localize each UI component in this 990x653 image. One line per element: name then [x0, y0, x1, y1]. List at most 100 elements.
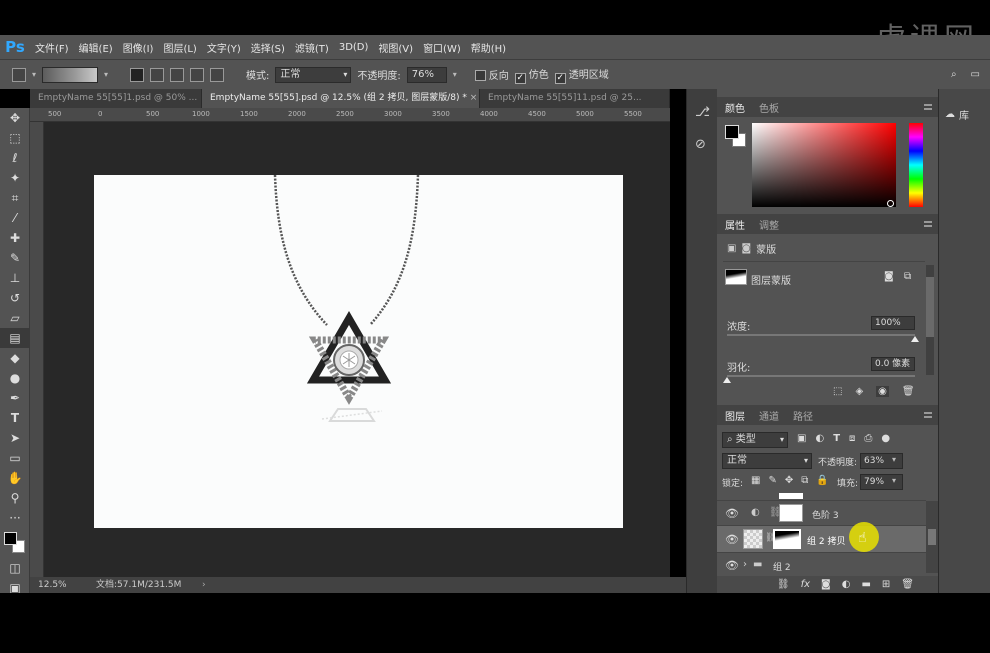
chevron-down-icon[interactable]: ▾	[32, 70, 36, 79]
layer-name[interactable]: 组 2 拷贝	[807, 534, 845, 547]
color-picker-handle[interactable]	[887, 200, 894, 207]
type-filter-icon[interactable]: T	[833, 433, 840, 444]
adjustment-filter-icon[interactable]: ◐	[815, 433, 824, 444]
more-tools-icon[interactable]: ···	[0, 508, 30, 528]
fx-icon[interactable]: fx	[801, 579, 810, 590]
layer-filter-select[interactable]: ⌕ 类型 ▾	[722, 432, 788, 448]
libraries-button[interactable]: ☁ 库	[945, 107, 969, 122]
move-tool-icon[interactable]: ✥	[0, 108, 30, 128]
layers-scrollbar[interactable]	[926, 501, 938, 573]
document-canvas[interactable]	[94, 174, 623, 528]
layer-opacity-input[interactable]: 63%	[860, 453, 903, 469]
panel-menu-icon[interactable]	[924, 412, 932, 418]
panel-menu-icon[interactable]	[924, 104, 932, 110]
visibility-icon[interactable]: 👁	[725, 559, 739, 572]
pen-tool-icon[interactable]: ✒	[0, 388, 30, 408]
feather-input[interactable]: 0.0 像素	[871, 357, 915, 371]
shape-filter-icon[interactable]: ⧈	[849, 433, 855, 444]
layer-mask-thumbnail[interactable]	[725, 269, 747, 285]
panel-menu-icon[interactable]	[924, 221, 932, 227]
dodge-tool-icon[interactable]: ●	[0, 368, 30, 388]
chevron-down-icon[interactable]: ▾	[453, 70, 457, 79]
lock-transparent-icon[interactable]: ▦	[751, 475, 760, 486]
menu-3d[interactable]: 3D(D)	[334, 42, 374, 53]
radial-gradient-icon[interactable]	[150, 67, 165, 82]
magic-wand-icon[interactable]: ✦	[0, 168, 30, 188]
visibility-icon[interactable]: 👁	[725, 533, 739, 546]
chevron-right-icon[interactable]: ›	[743, 559, 747, 570]
angle-gradient-icon[interactable]	[170, 67, 185, 82]
link-layers-icon[interactable]: ⛓	[777, 579, 790, 590]
crop-tool-icon[interactable]: ⌗	[0, 188, 30, 208]
lock-all-icon[interactable]: 🔒	[816, 475, 828, 486]
blur-tool-icon[interactable]: ◆	[0, 348, 30, 368]
hand-tool-icon[interactable]: ✋	[0, 468, 30, 488]
blend-mode-select[interactable]: 正常 ▾	[722, 453, 812, 469]
layer-mask-thumbnail[interactable]	[779, 504, 803, 522]
tab-doc-1[interactable]: EmptyName 55[55]1.psd @ 50% ...	[30, 89, 202, 108]
fill-input[interactable]: 79%	[860, 474, 903, 490]
vector-mask-icon[interactable]: ⧉	[904, 271, 911, 282]
layer-name[interactable]: 组 2	[773, 560, 791, 573]
lock-artboard-icon[interactable]: ⧉	[801, 475, 808, 486]
menu-window[interactable]: 窗口(W)	[418, 40, 466, 55]
layer-mask-thumbnail[interactable]	[773, 529, 801, 549]
opacity-input[interactable]: 76%	[406, 66, 447, 83]
foreground-color-swatch[interactable]	[725, 125, 739, 139]
quick-mask-icon[interactable]: ◫	[0, 558, 30, 578]
tab-paths[interactable]: 路径	[793, 408, 813, 423]
stamp-tool-icon[interactable]: ⊥	[0, 268, 30, 288]
transparency-checkbox[interactable]: ✓ 透明区域	[554, 66, 609, 84]
reflected-gradient-icon[interactable]	[190, 67, 205, 82]
brush-tool-icon[interactable]: ✎	[0, 248, 30, 268]
gradient-tool-icon[interactable]: ▤	[0, 328, 30, 348]
chevron-down-icon[interactable]: ▾	[104, 70, 108, 79]
properties-scrollbar[interactable]	[926, 265, 934, 375]
trash-icon[interactable]: 🗑	[902, 386, 915, 397]
search-icon[interactable]: ⌕	[951, 69, 957, 80]
smart-object-filter-icon[interactable]: ⎙	[864, 433, 872, 444]
chevron-down-icon[interactable]: ▾	[892, 455, 896, 464]
chevron-down-icon[interactable]: ▾	[892, 476, 896, 485]
trash-icon[interactable]: 🗑	[901, 579, 914, 590]
marquee-tool-icon[interactable]: ⬚	[0, 128, 30, 148]
lasso-tool-icon[interactable]: ℓ	[0, 148, 30, 168]
filter-toggle-icon[interactable]: ●	[881, 433, 890, 444]
zoom-tool-icon[interactable]: ⚲	[0, 488, 30, 508]
density-slider-handle[interactable]	[911, 336, 919, 342]
tab-adjustments[interactable]: 调整	[759, 217, 779, 232]
feather-slider-handle[interactable]	[723, 377, 731, 383]
visibility-icon[interactable]: 👁	[725, 507, 739, 520]
tab-doc-3[interactable]: EmptyName 55[55]11.psd @ 25...	[480, 89, 670, 108]
apply-mask-icon[interactable]: ◈	[855, 386, 863, 397]
menu-file[interactable]: 文件(F)	[30, 40, 74, 55]
brush-panel-icon[interactable]: ⊘	[695, 137, 706, 152]
history-panel-icon[interactable]: ⎇	[695, 105, 710, 120]
reverse-checkbox[interactable]: 反向	[474, 67, 509, 82]
menu-image[interactable]: 图像(I)	[118, 40, 159, 55]
shape-tool-icon[interactable]: ▭	[0, 448, 30, 468]
new-adjustment-icon[interactable]: ◐	[842, 579, 851, 590]
diamond-gradient-icon[interactable]	[210, 67, 225, 82]
menu-edit[interactable]: 编辑(E)	[74, 40, 118, 55]
eraser-tool-icon[interactable]: ▱	[0, 308, 30, 328]
layer-thumbnail[interactable]	[743, 529, 763, 549]
load-selection-icon[interactable]: ⬚	[833, 386, 842, 397]
workspace-icon[interactable]: ▭	[971, 69, 980, 80]
chevron-right-icon[interactable]: ›	[202, 577, 206, 593]
history-brush-icon[interactable]: ↺	[0, 288, 30, 308]
layer-name[interactable]: 色阶 3	[812, 508, 839, 521]
hue-slider[interactable]	[909, 123, 923, 207]
type-tool-icon[interactable]: T	[0, 408, 30, 428]
visibility-icon[interactable]: ◉	[876, 386, 889, 397]
new-group-icon[interactable]: ▬	[861, 579, 870, 590]
menu-layer[interactable]: 图层(L)	[158, 40, 201, 55]
density-slider[interactable]	[727, 334, 919, 342]
path-select-icon[interactable]: ➤	[0, 428, 30, 448]
tab-swatches[interactable]: 色板	[759, 100, 779, 115]
menu-type[interactable]: 文字(Y)	[202, 40, 246, 55]
linear-gradient-icon[interactable]	[130, 67, 145, 82]
density-input[interactable]: 100%	[871, 316, 915, 330]
dither-checkbox[interactable]: ✓ 仿色	[514, 66, 549, 84]
layer-row-group2-copy[interactable]: 👁 ⛓ 组 2 拷贝 ☝	[717, 522, 926, 553]
